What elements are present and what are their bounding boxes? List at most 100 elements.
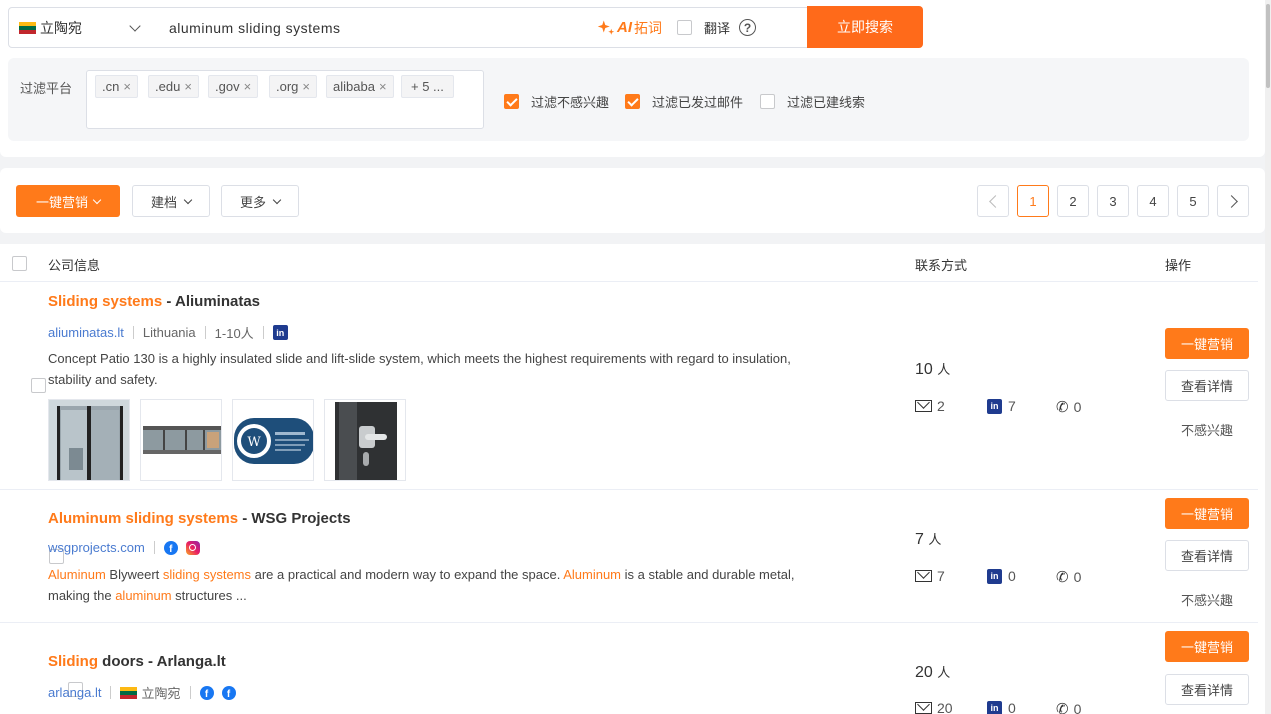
archive-button[interactable]: 建档 [132,185,210,217]
country-select[interactable]: 立陶宛 [8,7,158,48]
ai-expand-label: 拓词 [634,19,662,36]
phone-icon: ✆ [1056,569,1069,586]
close-icon[interactable]: × [379,79,387,94]
company-country: Lithuania [142,325,196,340]
help-icon[interactable]: ? [739,19,757,36]
search-input[interactable] [157,19,577,36]
company-title[interactable]: Aluminum sliding systems - WSG Projects [48,510,351,527]
country-select-value: 立陶宛 [40,19,82,36]
page-1-button[interactable]: 1 [1017,185,1049,217]
phone-icon: ✆ [1056,399,1069,416]
divider [189,686,191,699]
header-contact: 联系方式 [915,258,968,273]
linkedin-count[interactable]: in 0 [987,700,1016,714]
linkedin-icon: in [987,700,1002,714]
row-marketing-button[interactable]: 一键营销 [1165,498,1249,529]
email-count[interactable]: 7 [915,568,945,584]
people-count-value: 20 [915,664,933,681]
email-count[interactable]: 2 [915,398,945,414]
facebook-icon[interactable]: f [163,540,178,555]
row-marketing-button[interactable]: 一键营销 [1165,631,1249,662]
ai-expand-button[interactable]: AI 拓词 [597,18,662,38]
prev-page-button[interactable] [977,185,1009,217]
phone-count[interactable]: ✆ 0 [1056,398,1081,416]
phone-count[interactable]: ✆ 0 [1056,700,1081,714]
more-button[interactable]: 更多 [221,185,299,217]
title-rest: doors - Arlanga.lt [98,653,226,670]
scrollbar-thumb[interactable] [1266,4,1270,88]
page-4-button[interactable]: 4 [1137,185,1169,217]
checkbox-icon[interactable] [625,94,640,109]
divider [0,489,1258,490]
view-details-button[interactable]: 查看详情 [1165,370,1249,401]
archive-label: 建档 [150,194,177,210]
people-count[interactable]: 10 人 [915,359,950,379]
facebook-icon[interactable]: f [221,685,236,700]
checkbox-icon[interactable] [760,94,775,109]
not-interested-button[interactable]: 不感兴趣 [1165,420,1249,439]
title-rest: - WSG Projects [238,510,351,527]
facebook-icon[interactable]: f [199,685,214,700]
product-image[interactable] [48,399,130,481]
filter-tag-more[interactable]: + 5 ... [401,75,454,98]
company-domain-link[interactable]: arlanga.lt [48,685,101,700]
mail-icon [915,702,932,714]
row-marketing-button[interactable]: 一键营销 [1165,328,1249,359]
filter-tag-more-label: + 5 ... [411,79,444,94]
filter-tag: .gov × [208,75,259,98]
product-image-glass-door [49,400,129,480]
instagram-icon[interactable] [185,540,200,555]
phone-count[interactable]: ✆ 0 [1056,568,1081,586]
desc-highlight: Aluminum [563,567,622,582]
company-title[interactable]: Sliding doors - Arlanga.lt [48,653,226,670]
people-count-value: 7 [915,531,924,548]
view-details-button[interactable]: 查看详情 [1165,674,1249,705]
close-icon[interactable]: × [184,79,192,94]
filter-option-emailed[interactable]: 过滤已发过邮件 [625,92,743,111]
checkbox-icon[interactable] [504,94,519,109]
close-icon[interactable]: × [123,79,131,94]
chevron-down-icon [129,19,141,32]
select-all-checkbox[interactable] [12,256,27,271]
product-image[interactable]: W [232,399,314,481]
sparkle-icon [597,20,615,35]
bulk-marketing-button[interactable]: 一键营销 [16,185,120,217]
page-2-button[interactable]: 2 [1057,185,1089,217]
next-page-button[interactable] [1217,185,1249,217]
close-icon[interactable]: × [302,79,310,94]
company-size: 1-10人 [214,326,254,341]
filter-option-label: 过滤已建线索 [787,95,866,110]
page-3-button[interactable]: 3 [1097,185,1129,217]
company-domain-link[interactable]: aliuminatas.lt [48,325,124,340]
email-count[interactable]: 20 [915,700,953,714]
not-interested-button[interactable]: 不感兴趣 [1165,590,1249,609]
product-image[interactable] [140,399,222,481]
translate-checkbox[interactable] [677,20,692,35]
filter-option-label: 过滤不感兴趣 [531,95,610,110]
view-details-button[interactable]: 查看详情 [1165,540,1249,571]
filter-option-not-interested[interactable]: 过滤不感兴趣 [504,92,609,111]
scrollbar-track[interactable] [1265,0,1271,714]
product-image[interactable] [324,399,406,481]
filter-option-leads[interactable]: 过滤已建线索 [760,92,865,111]
close-icon[interactable]: × [244,79,252,94]
company-title[interactable]: Sliding systems - Aliuminatas [48,293,260,310]
linkedin-icon[interactable]: in [272,325,288,340]
desc-text: structures ... [171,588,247,603]
people-count[interactable]: 20 人 [915,662,950,682]
company-country: 立陶宛 [141,686,181,701]
search-button[interactable]: 立即搜索 [807,6,923,48]
company-domain-link[interactable]: wsgprojects.com [48,540,145,555]
linkedin-count[interactable]: in 7 [987,398,1016,414]
linkedin-count[interactable]: in 0 [987,568,1016,584]
desc-highlight: sliding systems [162,567,252,582]
email-count-value: 2 [937,398,945,414]
email-count-value: 20 [937,700,953,714]
header-company: 公司信息 [48,258,101,273]
page-5-button[interactable]: 5 [1177,185,1209,217]
people-count[interactable]: 7 人 [915,529,941,549]
people-count-unit: 人 [937,665,951,680]
divider [132,326,134,339]
filter-tag-label: .edu [155,79,181,94]
row-checkbox[interactable] [30,378,46,393]
